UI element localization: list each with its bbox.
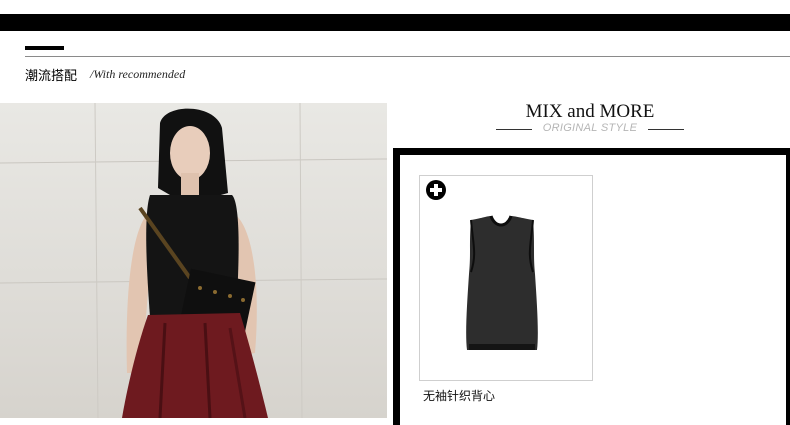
mix-divider-right (648, 129, 684, 130)
section-title: 潮流搭配 (25, 69, 78, 84)
mix-divider-left (496, 129, 532, 130)
section-divider (25, 56, 790, 57)
product-image[interactable] (463, 214, 539, 357)
mix-subtitle: ORIGINAL STYLE (542, 122, 638, 134)
top-black-bar (0, 14, 790, 31)
section-subtitle: /With recommended (90, 67, 186, 81)
mix-title: MIX and MORE (525, 101, 655, 122)
model-photo (0, 103, 387, 418)
product-name[interactable]: 无袖针织背心 (423, 387, 495, 404)
plus-circle-icon[interactable] (426, 180, 446, 200)
section-accent-rule (25, 46, 64, 50)
